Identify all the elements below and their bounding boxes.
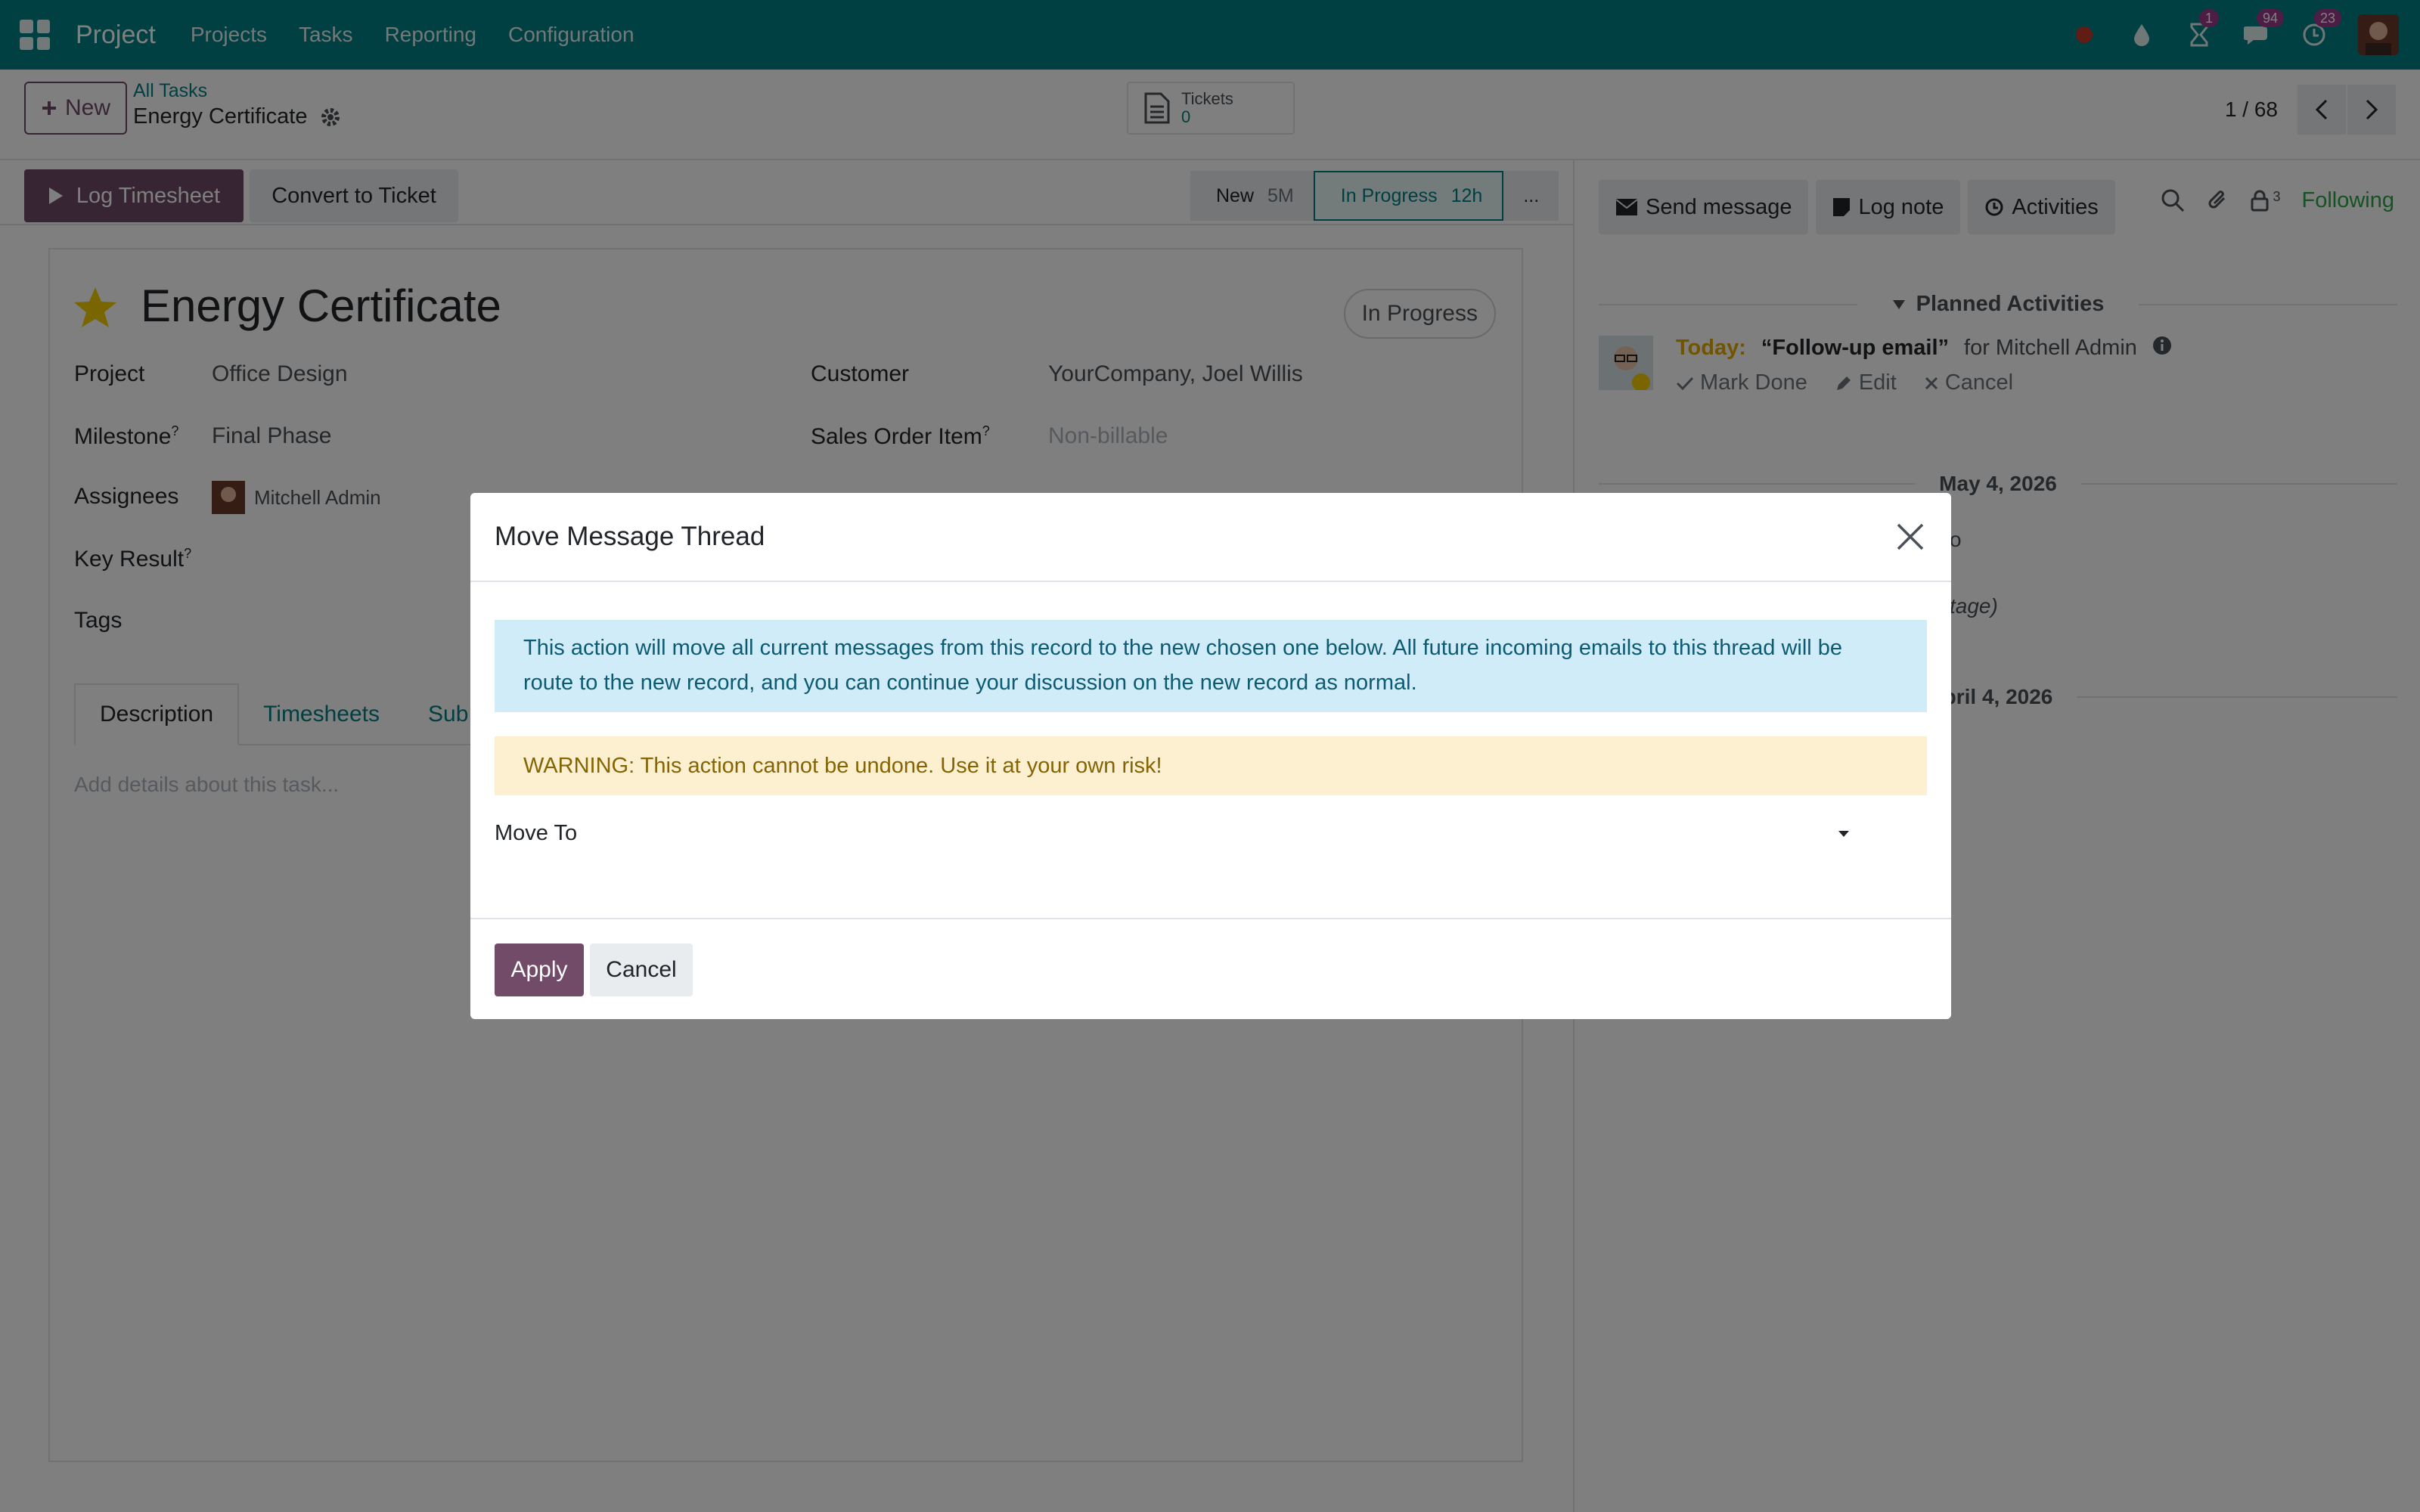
cancel-button[interactable]: Cancel — [590, 943, 693, 996]
move-to-select[interactable] — [697, 813, 1862, 854]
info-alert: This action will move all current messag… — [495, 620, 1927, 712]
apply-button[interactable]: Apply — [495, 943, 584, 996]
warning-alert: WARNING: This action cannot be undone. U… — [495, 736, 1927, 795]
caret-down-icon — [1838, 831, 1849, 837]
close-icon[interactable] — [1894, 520, 1927, 553]
modal-footer: Apply Cancel — [470, 918, 1951, 1019]
move-to-label: Move To — [495, 821, 578, 845]
modal-header: Move Message Thread — [470, 493, 1951, 582]
modal-title: Move Message Thread — [495, 522, 765, 551]
move-thread-dialog: Move Message Thread This action will mov… — [470, 493, 1951, 1019]
